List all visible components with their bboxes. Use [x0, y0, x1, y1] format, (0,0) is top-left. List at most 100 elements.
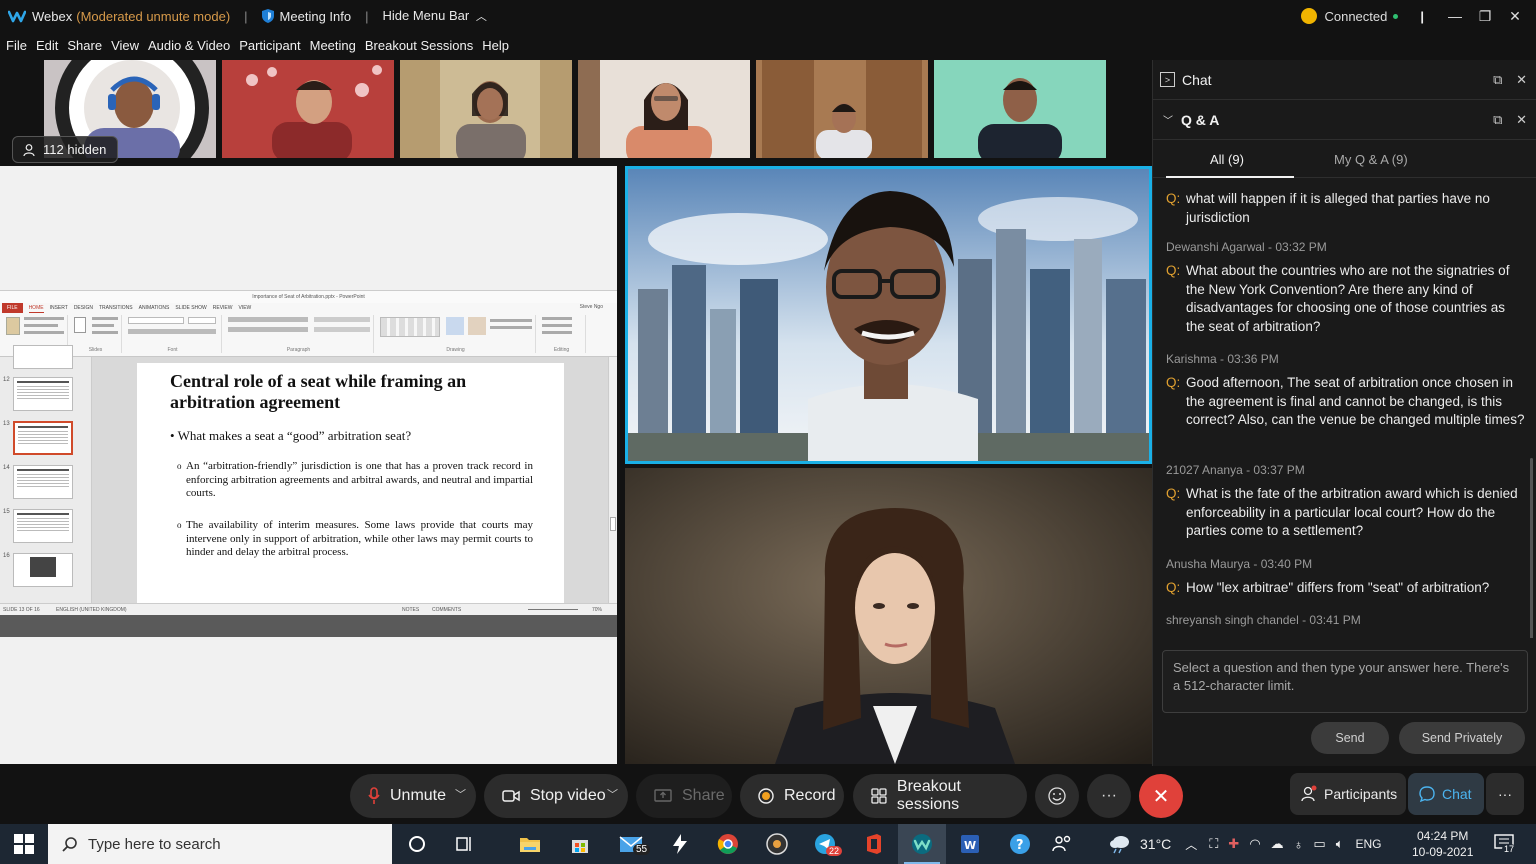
chevron-down-icon[interactable]: ﹀ — [607, 786, 618, 802]
chevron-up-icon[interactable]: ︿ — [1185, 836, 1197, 853]
stop-video-button[interactable]: Stop video ﹀ — [484, 774, 628, 818]
active-speaker-video[interactable] — [625, 166, 1152, 464]
weather-cloud-icon[interactable] — [1108, 834, 1132, 854]
ppt-tab-design[interactable]: DESIGN — [74, 303, 93, 313]
taskbar-search[interactable]: Type here to search — [48, 824, 392, 864]
send-button[interactable]: Send — [1311, 722, 1389, 754]
help-icon[interactable]: ? — [1008, 832, 1032, 856]
qa-item[interactable]: Q: what will happen if it is alleged that… — [1166, 190, 1526, 227]
ppt-tab-animations[interactable]: ANIMATIONS — [139, 303, 170, 313]
ppt-tab-transitions[interactable]: TRANSITIONS — [99, 303, 133, 313]
slide-thumbnail[interactable] — [13, 377, 73, 411]
hidden-participants-badge[interactable]: 112 hidden — [12, 136, 118, 163]
tab-my-questions[interactable]: My Q & A (9) — [1334, 152, 1408, 167]
file-explorer-icon[interactable] — [518, 832, 542, 856]
ppt-tab-insert[interactable]: INSERT — [50, 303, 68, 313]
cortana-icon[interactable] — [405, 832, 429, 856]
microphone-icon[interactable]: ♁ — [1294, 837, 1304, 852]
qa-item[interactable]: Anusha Maurya - 03:40 PM Q: How "lex arbi… — [1166, 557, 1526, 598]
chevron-down-icon[interactable]: ﹀ — [455, 786, 466, 802]
more-panels-button[interactable]: ··· — [1486, 773, 1524, 815]
slide-subbullet-1: o An “arbitration-friendly” jurisdiction… — [177, 460, 533, 501]
popout-qa-icon[interactable]: ⧉ — [1493, 112, 1502, 127]
qa-item[interactable]: 21027 Ananya - 03:37 PM Q: What is the fa… — [1166, 463, 1526, 541]
wifi-icon[interactable]: ◠ — [1249, 836, 1260, 852]
ppt-tab-home[interactable]: HOME — [28, 303, 44, 313]
temperature[interactable]: 31°C — [1140, 836, 1171, 852]
tab-all-questions[interactable]: All (9) — [1210, 152, 1244, 167]
restore-button[interactable]: ❐ — [1470, 8, 1500, 25]
reactions-button[interactable] — [1035, 774, 1079, 818]
send-privately-button[interactable]: Send Privately — [1399, 722, 1525, 754]
share-button[interactable]: Share — [636, 774, 732, 818]
meeting-info-button[interactable]: Meeting Info — [261, 9, 351, 24]
participant-thumb[interactable] — [934, 60, 1106, 158]
menu-file[interactable]: File — [6, 38, 27, 53]
word-icon[interactable]: W — [958, 832, 982, 856]
ribbon-group-editing: Editing — [538, 315, 586, 353]
task-view-icon[interactable] — [452, 832, 476, 856]
menu-share[interactable]: Share — [67, 38, 102, 53]
unmute-button[interactable]: Unmute ﹀ — [350, 774, 476, 818]
close-window-button[interactable]: ✕ — [1500, 8, 1530, 25]
qa-item[interactable]: Dewanshi Agarwal - 03:32 PM Q: What about… — [1166, 240, 1526, 336]
app-icon[interactable] — [668, 832, 692, 856]
menu-meeting[interactable]: Meeting — [310, 38, 356, 53]
slide-thumbnail-active[interactable] — [13, 421, 73, 455]
qa-item[interactable]: shreyansh singh chandel - 03:41 PM — [1166, 613, 1526, 635]
media-player-icon[interactable] — [765, 832, 789, 856]
slide-thumbnail[interactable] — [13, 553, 73, 587]
slide-thumbnail[interactable] — [13, 465, 73, 499]
chat-button[interactable]: Chat — [1408, 773, 1484, 815]
ppt-zoom-slider[interactable] — [528, 609, 578, 610]
menu-view[interactable]: View — [111, 38, 139, 53]
slide-thumbnail[interactable] — [13, 509, 73, 543]
more-options-button[interactable]: ··· — [1087, 774, 1131, 818]
ppt-tab-review[interactable]: REVIEW — [213, 303, 233, 313]
clock[interactable]: 04:24 PM 10-09-2021 — [1412, 824, 1473, 864]
ppt-scrollbar[interactable] — [608, 357, 617, 603]
participant-thumb[interactable] — [578, 60, 750, 158]
hide-menu-bar-button[interactable]: Hide Menu Bar ︿ — [382, 8, 486, 24]
qa-item[interactable]: Karishma - 03:36 PM Q: Good afternoon, Th… — [1166, 352, 1526, 430]
menu-edit[interactable]: Edit — [36, 38, 58, 53]
close-chat-icon[interactable]: ✕ — [1516, 72, 1527, 87]
ppt-tab-view[interactable]: VIEW — [239, 303, 252, 313]
webex-taskbar-button-active[interactable] — [898, 824, 946, 864]
answer-input[interactable]: Select a question and then type your ans… — [1162, 650, 1528, 713]
collapse-panel-icon[interactable]: > — [1160, 72, 1175, 87]
end-meeting-button[interactable]: ✕ — [1139, 774, 1183, 818]
cloud-icon[interactable]: ☁ — [1271, 836, 1284, 852]
participant-thumb[interactable] — [756, 60, 928, 158]
battery-icon[interactable]: ▭ — [1313, 836, 1325, 852]
tray-app-icon[interactable]: ⛶ — [1209, 836, 1218, 852]
store-icon[interactable] — [568, 832, 592, 856]
participants-button[interactable]: Participants — [1290, 773, 1406, 815]
slide-thumbnail[interactable] — [13, 345, 73, 369]
menu-help[interactable]: Help — [482, 38, 509, 53]
popout-chat-icon[interactable]: ⧉ — [1493, 72, 1502, 87]
ppt-tab-file[interactable]: FILE — [2, 303, 23, 313]
qa-scrollbar[interactable] — [1530, 458, 1533, 638]
close-qa-icon[interactable]: ✕ — [1516, 112, 1527, 127]
language-indicator[interactable]: ENG — [1356, 837, 1382, 851]
menu-participant[interactable]: Participant — [239, 38, 300, 53]
windows-start-icon[interactable] — [14, 834, 34, 854]
menu-audio-video[interactable]: Audio & Video — [148, 38, 230, 53]
ppt-tab-slideshow[interactable]: SLIDE SHOW — [175, 303, 206, 313]
office-icon[interactable] — [862, 832, 886, 856]
gift-icon[interactable]: ✚ — [1228, 836, 1239, 852]
chevron-down-icon[interactable]: ﹀ — [1163, 112, 1173, 127]
chrome-icon[interactable] — [716, 832, 740, 856]
participant-thumb[interactable] — [400, 60, 572, 158]
menu-breakout-sessions[interactable]: Breakout Sessions — [365, 38, 473, 53]
people-icon[interactable] — [1050, 832, 1074, 856]
participant-thumb[interactable] — [222, 60, 394, 158]
participant-video-tile[interactable] — [625, 468, 1152, 764]
volume-icon[interactable]: 🔈︎ — [1336, 836, 1344, 852]
minimize-button[interactable]: — — [1440, 8, 1470, 24]
record-button[interactable]: Record — [740, 774, 844, 818]
notification-center-button[interactable]: 17 — [1494, 834, 1517, 854]
ppt-tabs: FILE HOME INSERT DESIGN TRANSITIONS ANIM… — [0, 303, 251, 313]
breakout-sessions-button[interactable]: Breakout sessions — [853, 774, 1027, 818]
